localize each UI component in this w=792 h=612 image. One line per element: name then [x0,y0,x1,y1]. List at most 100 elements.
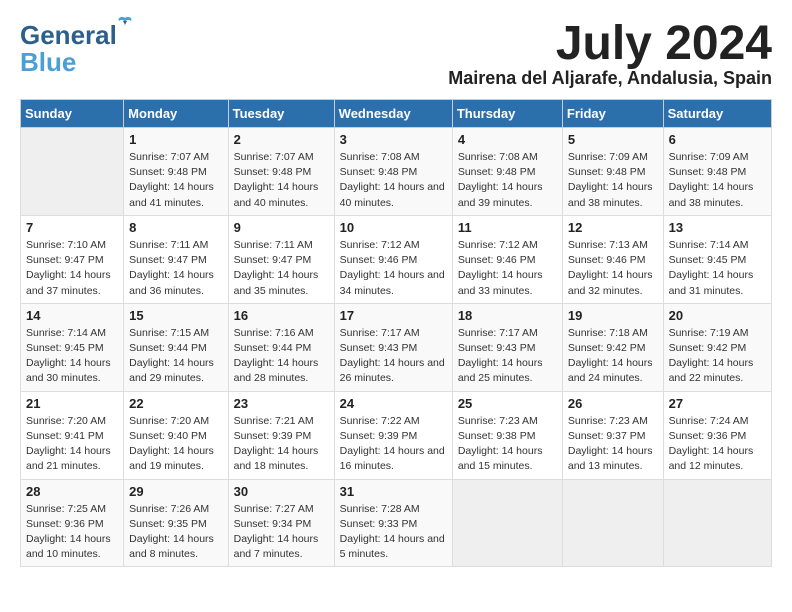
calendar-cell: 4 Sunrise: 7:08 AMSunset: 9:48 PMDaylight… [452,128,562,216]
sunrise-label: Sunrise: 7:20 AM [129,415,209,427]
day-info: Sunrise: 7:09 AMSunset: 9:48 PMDaylight:… [568,150,658,211]
day-number: 3 [340,132,447,147]
sunset-label: Sunset: 9:34 PM [234,518,312,530]
daylight-label: Daylight: 14 hours and 5 minutes. [340,533,445,560]
daylight-label: Daylight: 14 hours and 35 minutes. [234,269,319,296]
calendar-cell: 28Sunrise: 7:25 AMSunset: 9:36 PMDayligh… [21,479,124,567]
day-info: Sunrise: 7:19 AMSunset: 9:42 PMDaylight:… [669,326,766,387]
day-number: 23 [234,396,329,411]
daylight-label: Daylight: 14 hours and 22 minutes. [669,357,754,384]
day-info: Sunrise: 7:25 AMSunset: 9:36 PMDaylight:… [26,502,118,563]
calendar-cell [562,479,663,567]
daylight-label: Daylight: 14 hours and 39 minutes. [458,181,543,208]
sunrise-label: Sunrise: 7:15 AM [129,327,209,339]
calendar-cell: 15Sunrise: 7:15 AMSunset: 9:44 PMDayligh… [124,303,228,391]
daylight-label: Daylight: 14 hours and 40 minutes. [234,181,319,208]
calendar-cell: 27Sunrise: 7:24 AMSunset: 9:36 PMDayligh… [663,391,771,479]
sunset-label: Sunset: 9:42 PM [669,342,747,354]
sunrise-label: Sunrise: 7:17 AM [340,327,420,339]
calendar-cell: 29 Sunrise: 7:26 AMSunset: 9:35 PMDayligh… [124,479,228,567]
day-info: Sunrise: 7:14 AMSunset: 9:45 PMDaylight:… [669,238,766,299]
day-info: Sunrise: 7:17 AMSunset: 9:43 PMDaylight:… [458,326,557,387]
day-number: 14 [26,308,118,323]
sunrise-label: Sunrise: 7:12 AM [340,239,420,251]
day-info: Sunrise: 7:16 AM Sunset: 9:44 PM Daylight:… [234,326,329,387]
daylight-label: Daylight: 14 hours and 10 minutes. [26,533,111,560]
logo-blue: Blue [20,47,76,78]
sunrise-label: Sunrise: 7:11 AM [129,239,208,251]
weekday-header-row: SundayMondayTuesdayWednesdayThursdayFrid… [21,100,772,128]
day-number: 8 [129,220,222,235]
sunset-label: Sunset: 9:47 PM [234,254,312,266]
weekday-header-tuesday: Tuesday [228,100,334,128]
day-info: Sunrise: 7:27 AMSunset: 9:34 PMDaylight:… [234,502,329,563]
day-info: Sunrise: 7:11 AMSunset: 9:47 PMDaylight:… [129,238,222,299]
sunset-label: Sunset: 9:41 PM [26,430,104,442]
sunrise-label: Sunrise: 7:23 AM [568,415,648,427]
location-title: Mairena del Aljarafe, Andalusia, Spain [448,68,772,89]
daylight-label: Daylight: 14 hours and 28 minutes. [234,357,319,384]
day-number: 31 [340,484,447,499]
day-number: 26 [568,396,658,411]
sunset-label: Sunset: 9:48 PM [458,166,536,178]
sunrise-label: Sunrise: 7:18 AM [568,327,648,339]
day-info: Sunrise: 7:08 AMSunset: 9:48 PMDaylight:… [458,150,557,211]
sunset-label: Sunset: 9:48 PM [234,166,312,178]
daylight-label: Daylight: 14 hours and 25 minutes. [458,357,543,384]
sunrise-label: Sunrise: 7:10 AM [26,239,106,251]
calendar-cell: 20 Sunrise: 7:19 AMSunset: 9:42 PMDayligh… [663,303,771,391]
calendar-table: SundayMondayTuesdayWednesdayThursdayFrid… [20,99,772,567]
day-number: 20 [669,308,766,323]
sunrise-label: Sunrise: 7:24 AM [669,415,749,427]
daylight-label: Daylight: 14 hours and 15 minutes. [458,445,543,472]
day-number: 4 [458,132,557,147]
calendar-cell: 21Sunrise: 7:20 AMSunset: 9:41 PMDayligh… [21,391,124,479]
calendar-cell: 8 Sunrise: 7:11 AMSunset: 9:47 PMDaylight… [124,215,228,303]
day-number: 22 [129,396,222,411]
sunset-label: Sunset: 9:43 PM [340,342,418,354]
calendar-cell: 19Sunrise: 7:18 AMSunset: 9:42 PMDayligh… [562,303,663,391]
daylight-label: Daylight: 14 hours and 8 minutes. [129,533,214,560]
calendar-cell: 9 Sunrise: 7:11 AMSunset: 9:47 PMDaylight… [228,215,334,303]
daylight-label: Daylight: 14 hours and 40 minutes. [340,181,445,208]
daylight-label: Daylight: 14 hours and 12 minutes. [669,445,754,472]
calendar-week-row: 21Sunrise: 7:20 AMSunset: 9:41 PMDayligh… [21,391,772,479]
sunset-label: Sunset: 9:39 PM [340,430,418,442]
daylight-label: Daylight: 14 hours and 38 minutes. [568,181,653,208]
daylight-label: Daylight: 14 hours and 24 minutes. [568,357,653,384]
page-header: General Blue July 2024 Mairena del Aljar… [20,20,772,89]
day-number: 1 [129,132,222,147]
sunrise-label: Sunrise: 7:07 AM [129,151,209,163]
calendar-cell: 7Sunrise: 7:10 AMSunset: 9:47 PMDaylight… [21,215,124,303]
day-number: 5 [568,132,658,147]
calendar-cell: 3Sunrise: 7:08 AMSunset: 9:48 PMDaylight… [334,128,452,216]
day-info: Sunrise: 7:11 AMSunset: 9:47 PMDaylight:… [234,238,329,299]
day-info: Sunrise: 7:07 AMSunset: 9:48 PMDaylight:… [129,150,222,211]
day-info: Sunrise: 7:18 AMSunset: 9:42 PMDaylight:… [568,326,658,387]
calendar-cell: 14Sunrise: 7:14 AMSunset: 9:45 PMDayligh… [21,303,124,391]
sunrise-label: Sunrise: 7:16 AM [234,327,314,339]
sunrise-label: Sunrise: 7:12 AM [458,239,538,251]
day-number: 9 [234,220,329,235]
calendar-cell: 30Sunrise: 7:27 AMSunset: 9:34 PMDayligh… [228,479,334,567]
weekday-header-saturday: Saturday [663,100,771,128]
sunset-label: Sunset: 9:46 PM [568,254,646,266]
month-title: July 2024 [448,20,772,68]
calendar-cell: 26Sunrise: 7:23 AMSunset: 9:37 PMDayligh… [562,391,663,479]
day-info: Sunrise: 7:15 AMSunset: 9:44 PMDaylight:… [129,326,222,387]
sunset-label: Sunset: 9:48 PM [340,166,418,178]
calendar-cell [21,128,124,216]
calendar-cell: 5 Sunrise: 7:09 AMSunset: 9:48 PMDaylight… [562,128,663,216]
day-info: Sunrise: 7:22 AMSunset: 9:39 PMDaylight:… [340,414,447,475]
day-info: Sunrise: 7:13 AMSunset: 9:46 PMDaylight:… [568,238,658,299]
sunrise-label: Sunrise: 7:09 AM [568,151,648,163]
day-info: Sunrise: 7:26 AMSunset: 9:35 PMDaylight:… [129,502,222,563]
sunrise-label: Sunrise: 7:25 AM [26,503,106,515]
daylight-label: Daylight: 14 hours and 21 minutes. [26,445,111,472]
sunset-label: Sunset: 9:44 PM [234,342,312,354]
day-number: 16 [234,308,329,323]
day-number: 29 [129,484,222,499]
day-number: 7 [26,220,118,235]
day-info: Sunrise: 7:09 AMSunset: 9:48 PMDaylight:… [669,150,766,211]
calendar-cell [663,479,771,567]
